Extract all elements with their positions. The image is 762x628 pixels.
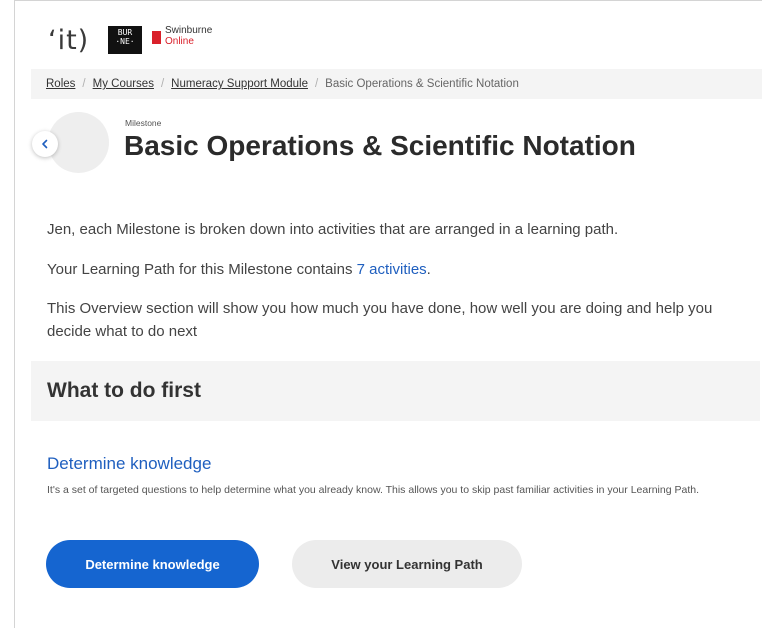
swinburne-flag-icon [152,31,161,44]
what-to-do-first-section: What to do first [31,361,760,421]
back-button[interactable] [32,131,58,157]
milestone-eyebrow: Milestone [125,118,162,128]
intro-paragraph-1: Jen, each Milestone is broken down into … [47,221,619,238]
activities-count-link[interactable]: 7 activities [357,261,427,278]
intro-paragraph-2: Your Learning Path for this Milestone co… [47,258,727,281]
breadcrumb-separator: / [314,78,319,90]
breadcrumb-my-courses[interactable]: My Courses [93,78,154,90]
breadcrumb: Roles / My Courses / Numeracy Support Mo… [31,69,762,99]
breadcrumb-separator: / [160,78,165,90]
breadcrumb-separator: / [82,78,86,90]
determine-knowledge-button[interactable]: Determine knowledge [46,540,259,588]
swinburne-logo-text: Swinburne [165,25,213,36]
burne-logo: BUR ·NE· [108,26,142,54]
intro-paragraph-2-prefix: Your Learning Path for this Milestone co… [47,261,357,278]
it-logo: ʻit) [48,25,90,56]
chevron-left-icon [42,139,48,149]
breadcrumb-numeracy-support-module[interactable]: Numeracy Support Module [171,78,308,90]
section-title: What to do first [47,379,201,402]
determine-knowledge-description: It's a set of targeted questions to help… [47,484,699,496]
intro-paragraph-2-suffix: . [426,261,431,278]
breadcrumb-current: Basic Operations & Scientific Notation [325,78,519,90]
site-header: ʻit) BUR ·NE· Swinburne Online [15,1,762,67]
online-logo-text: Online [165,36,194,47]
breadcrumb-roles[interactable]: Roles [46,78,75,90]
determine-knowledge-link[interactable]: Determine knowledge [47,454,211,474]
page-title: Basic Operations & Scientific Notation [124,130,636,161]
frame-left-border [14,0,15,628]
view-learning-path-button[interactable]: View your Learning Path [292,540,522,588]
intro-paragraph-3: This Overview section will show you how … [47,300,713,340]
